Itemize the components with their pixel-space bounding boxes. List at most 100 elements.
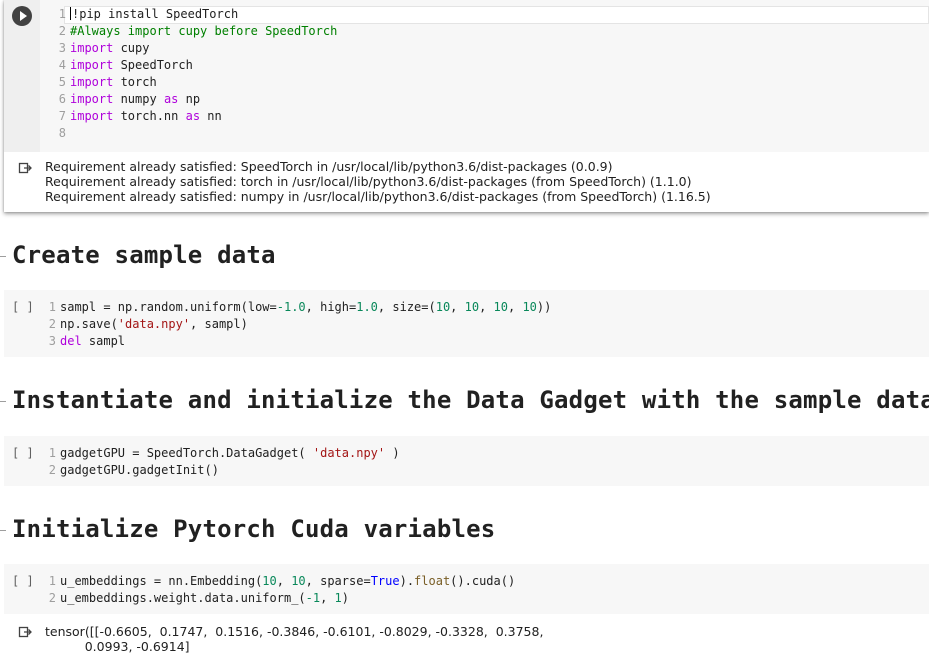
- code-token: 10: [262, 574, 277, 588]
- code-token: ,: [507, 300, 523, 314]
- code-line[interactable]: 3 del sampl: [30, 333, 551, 350]
- code-token: torch: [113, 75, 157, 89]
- code-token: ().cuda(): [450, 574, 516, 588]
- output-line: Requirement already satisfied: torch in …: [45, 174, 692, 189]
- code-line[interactable]: 1 !pip install SpeedTorch: [40, 6, 337, 23]
- code-token: import: [70, 75, 114, 89]
- code-token: , sparse=: [305, 574, 371, 588]
- code-lines[interactable]: 1 sampl = np.random.uniform(low=-1.0, hig…: [30, 299, 552, 350]
- heading-marker: [0, 256, 6, 257]
- code-token: , sampl): [190, 317, 248, 331]
- code-token: 10: [435, 300, 451, 314]
- line-number: 1: [48, 446, 56, 460]
- code-token: )): [536, 300, 552, 314]
- code-token: ,: [320, 591, 335, 605]
- code-line[interactable]: 5 import torch: [40, 74, 337, 91]
- code-token: as: [163, 92, 179, 106]
- code-line[interactable]: 2 np.save('data.npy', sampl): [30, 316, 551, 333]
- code-token: ).: [399, 574, 415, 588]
- code-line[interactable]: 6 import numpy as np: [40, 91, 337, 108]
- play-circle-icon[interactable]: [12, 6, 32, 26]
- code-token: gadgetGPU.gadgetInit(): [60, 463, 219, 477]
- cell-gutter: [4, 0, 40, 152]
- code-lines[interactable]: 1 u_embeddings = nn.Embedding(10, 10, spa…: [30, 573, 515, 607]
- line-number: 2: [48, 591, 56, 605]
- line-number: 3: [58, 41, 66, 55]
- code-line[interactable]: 1 u_embeddings = nn.Embedding(10, 10, spa…: [30, 573, 515, 590]
- line-number: 5: [58, 75, 66, 89]
- code-token: np.save(: [60, 317, 118, 331]
- code-token: sampl: [81, 334, 126, 348]
- code-token: del: [60, 334, 82, 348]
- cell-output: Requirement already satisfied: SpeedTorc…: [4, 152, 929, 212]
- heading-marker: [0, 401, 6, 402]
- code-token: 'data.npy': [312, 446, 386, 460]
- code-line[interactable]: 3 import cupy: [40, 40, 337, 57]
- code-token: nn: [200, 109, 222, 123]
- code-token: import: [70, 58, 114, 72]
- code-token: torch.nn: [113, 109, 186, 123]
- line-number: 2: [48, 463, 56, 477]
- code-token: , size=(: [377, 300, 436, 314]
- code-token: ,: [479, 300, 494, 314]
- code-token: float: [414, 574, 451, 588]
- code-line[interactable]: 1 sampl = np.random.uniform(low=-1.0, hig…: [30, 299, 552, 316]
- code-token: numpy: [113, 92, 164, 106]
- code-token: u_embeddings.weight.data.uniform_(: [60, 591, 306, 605]
- output-line: Requirement already satisfied: SpeedTorc…: [45, 159, 613, 174]
- code-token: as: [185, 109, 201, 123]
- section-heading: Initialize Pytorch Cuda variables: [12, 515, 496, 543]
- code-token: -1.0: [276, 300, 306, 314]
- code-lines[interactable]: 1 !pip install SpeedTorch 2 #Always import …: [40, 6, 337, 142]
- code-token: 10: [522, 300, 537, 314]
- code-token: -1: [305, 591, 321, 605]
- code-token: ): [341, 591, 350, 605]
- code-token: u_embeddings = nn.Embedding(: [60, 574, 263, 588]
- code-token: True: [370, 574, 400, 588]
- code-token: !pip install SpeedTorch: [72, 7, 239, 21]
- line-number: 1: [48, 574, 56, 588]
- line-number: 1: [48, 300, 56, 314]
- code-line[interactable]: 8: [40, 125, 337, 142]
- line-number: 2: [58, 24, 66, 38]
- section-heading: Create sample data: [12, 241, 276, 269]
- text-cursor: [70, 7, 71, 20]
- code-cell-active[interactable]: 1 !pip install SpeedTorch 2 #Always import …: [4, 0, 929, 212]
- line-number: 3: [48, 334, 56, 348]
- code-token: gadgetGPU = SpeedTorch.DataGadget(: [60, 446, 313, 460]
- code-token: 1: [334, 591, 342, 605]
- code-line[interactable]: 2 #Always import cupy before SpeedTorch: [40, 23, 338, 40]
- line-number: 6: [58, 92, 66, 106]
- output-arrow-icon[interactable]: [18, 162, 32, 176]
- code-line[interactable]: 7 import torch.nn as nn: [40, 108, 337, 125]
- code-cell[interactable]: [ ] 1 gadgetGPU = SpeedTorch.DataGadget( …: [4, 436, 929, 486]
- line-number: 1: [58, 7, 66, 21]
- code-token: import: [70, 109, 114, 123]
- code-token: ,: [276, 574, 292, 588]
- heading-marker: [0, 530, 6, 531]
- line-number: 7: [58, 109, 66, 123]
- code-cell[interactable]: [ ] 1 sampl = np.random.uniform(low=-1.0,…: [4, 290, 929, 357]
- code-line[interactable]: 2 gadgetGPU.gadgetInit(): [30, 462, 400, 479]
- code-token: 10: [464, 300, 480, 314]
- code-line[interactable]: 2 u_embeddings.weight.data.uniform_(-1, 1…: [30, 590, 515, 607]
- line-number: 8: [58, 126, 66, 140]
- code-token: import: [70, 92, 114, 106]
- code-cell[interactable]: [ ] 1 u_embeddings = nn.Embedding(10, 10,…: [4, 564, 929, 614]
- section-heading: Instantiate and initialize the Data Gadg…: [12, 386, 929, 414]
- line-number: 2: [48, 317, 56, 331]
- code-token: import: [70, 41, 114, 55]
- code-token: ,: [450, 300, 465, 314]
- code-token: , high=: [305, 300, 357, 314]
- output-arrow-icon[interactable]: [18, 626, 32, 640]
- code-line[interactable]: 1 gadgetGPU = SpeedTorch.DataGadget( 'dat…: [30, 445, 400, 462]
- code-token: 'data.npy': [117, 317, 191, 331]
- code-token: 10: [493, 300, 508, 314]
- code-token: ): [385, 446, 400, 460]
- output-line: tensor([[-0.6605, 0.1747, 0.1516, -0.384…: [45, 624, 544, 639]
- code-token: #Always import cupy before SpeedTorch: [70, 24, 338, 38]
- code-line[interactable]: 4 import SpeedTorch: [40, 57, 337, 74]
- code-lines[interactable]: 1 gadgetGPU = SpeedTorch.DataGadget( 'dat…: [30, 445, 400, 479]
- code-token: np: [178, 92, 201, 106]
- output-line: 0.0993, -0.6914]: [45, 639, 190, 654]
